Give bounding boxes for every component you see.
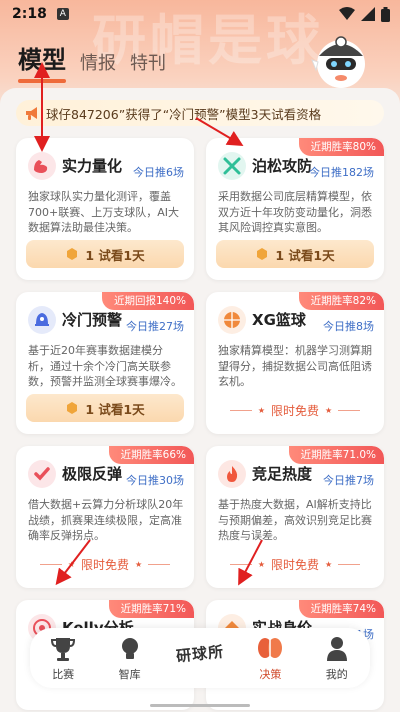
nav-center-logo: 研球所: [169, 631, 231, 675]
card-title: 实力量化: [62, 157, 123, 175]
trial-button-label: 1 试看1天: [275, 247, 335, 263]
crossed-swords-icon: [218, 152, 246, 180]
user-icon: [326, 637, 347, 661]
coin-icon: [67, 248, 78, 260]
model-card[interactable]: 近期胜率71.0% 竞足热度 今日推7场基于热度大数据，AI解析支持比与预期偏差，高…: [206, 446, 384, 588]
card-description: 独家球队实力量化测评，覆盖700+联赛、上万支球队，AI大数据算法助最佳决策。: [28, 190, 179, 234]
free-badge[interactable]: ★ 限时免费 ★: [216, 400, 374, 420]
nav-item-matches[interactable]: 比赛: [35, 634, 91, 682]
card-description: 独家精算模型：机器学习测算期望得分，捕捉数据公司高低阻诱玄机。: [218, 344, 372, 388]
coin-icon: [67, 402, 78, 414]
coin-icon: [257, 248, 268, 260]
star-icon: ★: [67, 559, 75, 569]
card-title: 泊松攻防: [252, 157, 313, 175]
home-indicator: [150, 704, 250, 707]
divider: [148, 563, 171, 565]
today-count[interactable]: 今日推8场: [323, 318, 374, 334]
card-title: 竞足热度: [252, 465, 313, 483]
free-badge[interactable]: ★ 限时免费 ★: [216, 554, 374, 574]
brain-icon: [258, 638, 283, 660]
bicep-icon: [28, 152, 56, 180]
star-icon: ★: [325, 559, 333, 569]
battery-icon: [381, 6, 390, 22]
nav-label-decision: 决策: [259, 668, 282, 681]
star-icon: ★: [257, 405, 265, 415]
today-count[interactable]: 今日推6场: [133, 164, 184, 180]
top-tabs: 模型 情报 特刊: [18, 40, 166, 83]
card-description: 基于近20年赛事数据建模分析，通过十余个冷门高关联参数，预警并监测全球赛事爆冷。: [28, 344, 182, 388]
star-icon: ★: [325, 405, 333, 415]
status-icons: [339, 6, 390, 22]
card-description: 采用数据公司底层精算模型，依双方近十年攻防变动量化，洞悉其风险调控真实意图。: [218, 190, 372, 234]
lightbulb-icon: [121, 638, 138, 659]
win-rate-badge: 近期胜率80%: [298, 138, 384, 156]
model-card[interactable]: 近期回报140% 冷门预警 今日推27场基于近20年赛事数据建模分析，通过十余个冷门…: [16, 292, 194, 434]
card-title: 冷门预警: [62, 311, 123, 329]
notice-bar[interactable]: 球仔847206”获得了“冷门预警”模型3天试看资格: [16, 100, 384, 126]
win-rate-badge: 近期胜率66%: [108, 446, 194, 464]
nav-item-research[interactable]: 研球所: [168, 631, 232, 682]
basketball-icon: [218, 306, 246, 334]
trial-button-label: 1 试看1天: [85, 401, 145, 417]
win-rate-badge: 近期回报140%: [101, 292, 194, 310]
trial-button-label: 1 试看1天: [85, 247, 145, 263]
tab-model[interactable]: 模型: [18, 40, 66, 83]
card-description: 借大数据+云算力分析球队20年战绩，抓赛果连续极限，定高准确率反弹拐点。: [28, 498, 184, 542]
trial-button[interactable]: 1 试看1天: [216, 240, 374, 268]
model-card[interactable]: 近期胜率66% 极限反弹 今日推30场借大数据+云算力分析球队20年战绩，抓赛果连续…: [16, 446, 194, 588]
model-card[interactable]: 近期胜率82% XG篮球 今日推8场独家精算模型：机器学习测算期望得分，捕捉数据公司…: [206, 292, 384, 434]
card-title: 极限反弹: [62, 465, 123, 483]
free-label: 限时免费: [270, 557, 319, 572]
tab-intel[interactable]: 情报: [80, 49, 116, 75]
card-description: 基于热度大数据，AI解析支持比与预期偏差，高效识别竞足比赛热度与误差。: [218, 498, 372, 542]
flame-icon: [218, 460, 246, 488]
bottom-nav: 比赛 智库 研球所 决策 我的: [30, 628, 370, 688]
star-icon: ★: [135, 559, 143, 569]
win-rate-badge: 近期胜率71.0%: [288, 446, 384, 464]
divider: [338, 563, 361, 565]
nav-label-me: 我的: [325, 668, 348, 681]
megaphone-icon: [26, 107, 37, 120]
nav-item-library[interactable]: 智库: [102, 634, 158, 682]
trial-button[interactable]: 1 试看1天: [26, 240, 184, 268]
today-count[interactable]: 今日推182场: [309, 164, 374, 180]
divider: [338, 409, 361, 411]
mascot-avatar: [311, 36, 365, 88]
nav-item-decision[interactable]: 决策: [242, 634, 298, 682]
status-bar: 2:18 A: [0, 0, 400, 28]
model-card[interactable]: 实力量化 今日推6场独家球队实力量化测评，覆盖700+联赛、上万支球队，AI大数据…: [16, 138, 194, 280]
today-count[interactable]: 今日推7场: [323, 472, 374, 488]
tab-special[interactable]: 特刊: [130, 49, 166, 75]
card-title: XG篮球: [252, 311, 306, 329]
trial-button[interactable]: 1 试看1天: [26, 394, 184, 422]
bell-star-icon: [28, 306, 56, 334]
win-rate-badge: 近期胜率82%: [298, 292, 384, 310]
status-time: 2:18: [12, 6, 47, 22]
nav-label-library: 智库: [118, 668, 141, 681]
free-badge[interactable]: ★ 限时免费 ★: [26, 554, 184, 574]
free-label: 限时免费: [80, 557, 129, 572]
trophy-icon: [51, 638, 76, 661]
free-label: 限时免费: [270, 403, 319, 418]
signal-icon: [361, 7, 375, 21]
divider: [39, 563, 62, 565]
nav-item-me[interactable]: 我的: [309, 634, 365, 682]
win-rate-badge: 近期胜率74%: [298, 600, 384, 618]
win-rate-badge: 近期胜率71%: [108, 600, 194, 618]
today-count[interactable]: 今日推27场: [126, 318, 184, 334]
model-card[interactable]: 近期胜率80% 泊松攻防 今日推182场采用数据公司底层精算模型，依双方近十年攻防变…: [206, 138, 384, 280]
star-icon: ★: [257, 559, 265, 569]
check-mark-icon: [28, 460, 56, 488]
wifi-icon: [339, 7, 355, 20]
divider: [229, 409, 252, 411]
notice-text: 球仔847206”获得了“冷门预警”模型3天试看资格: [46, 106, 322, 122]
app-notification-icon: A: [56, 8, 69, 20]
nav-label-matches: 比赛: [52, 668, 75, 681]
today-count[interactable]: 今日推30场: [126, 472, 184, 488]
divider: [229, 563, 252, 565]
